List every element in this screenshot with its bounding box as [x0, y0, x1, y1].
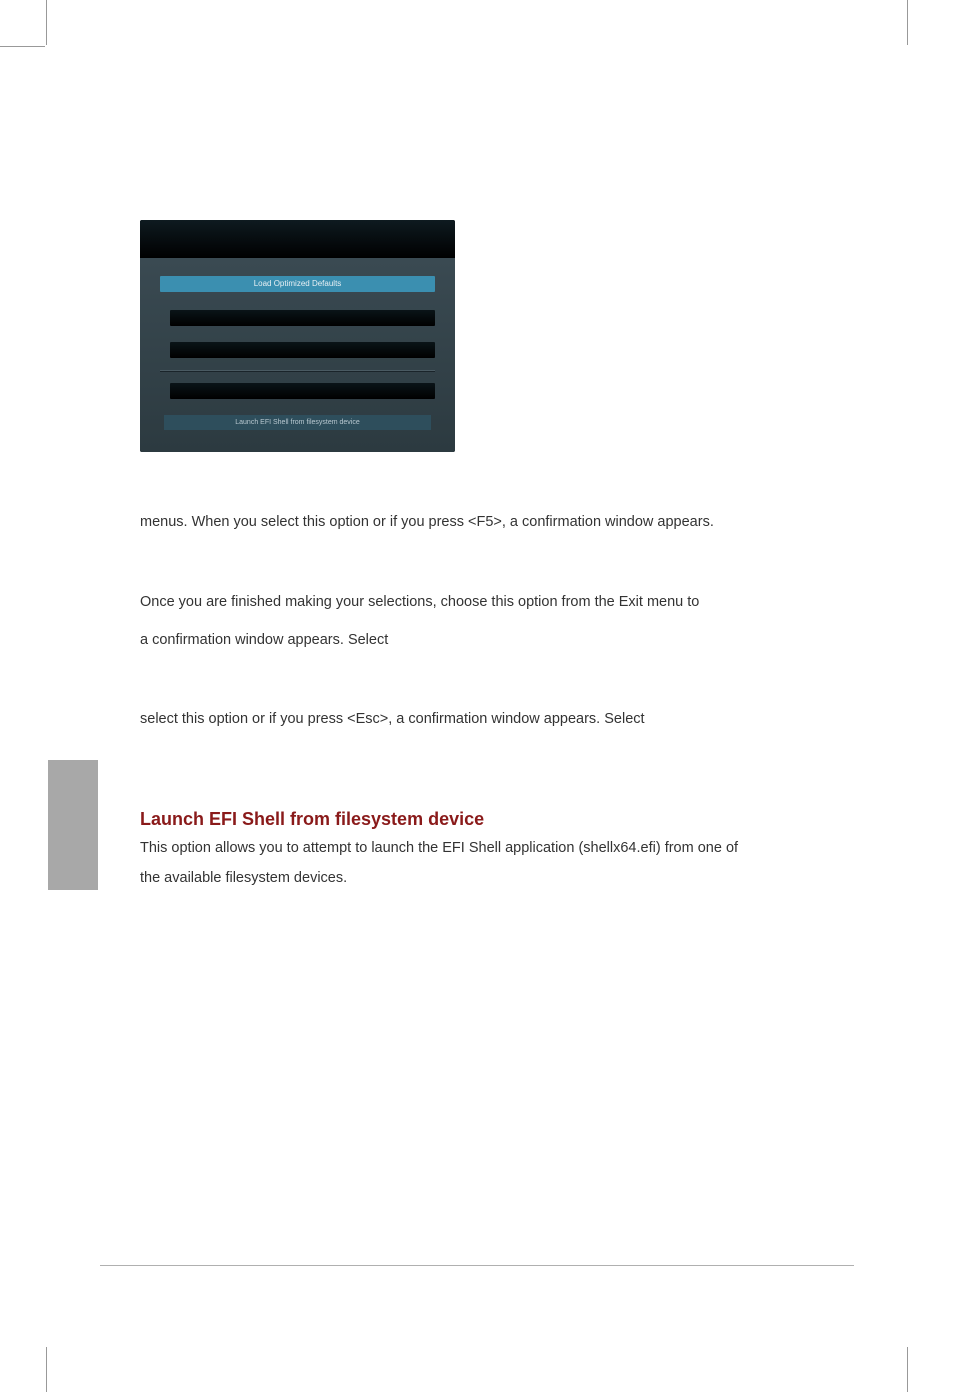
bios-screenshot: Load Optimized Defaults Launch EFI Shell…: [140, 220, 455, 452]
crop-mark: [907, 0, 908, 45]
bios-item-discard-changes: [170, 342, 435, 358]
bios-item-launch-efi: Launch EFI Shell from filesystem device: [164, 415, 431, 430]
bios-titlebar: [140, 220, 455, 258]
body-text: This option allows you to attempt to lau…: [140, 838, 850, 860]
footer-divider: [100, 1265, 854, 1266]
bios-item-asus-ez: [170, 383, 435, 399]
crop-mark: [46, 0, 47, 45]
bios-item-save-changes: [170, 310, 435, 326]
crop-mark: [46, 1347, 47, 1392]
bios-item-load-defaults: Load Optimized Defaults: [160, 276, 435, 292]
section-discard-exit: select this option or if you press <Esc>…: [140, 709, 850, 731]
bios-divider: [160, 370, 435, 371]
heading-launch-efi: Launch EFI Shell from filesystem device: [140, 809, 850, 830]
body-text: the available filesystem devices.: [140, 868, 850, 890]
body-text: menus. When you select this option or if…: [140, 512, 850, 534]
section-launch-efi: Launch EFI Shell from filesystem device …: [140, 809, 850, 890]
body-text: Once you are finished making your select…: [140, 592, 850, 614]
section-load-defaults: menus. When you select this option or if…: [140, 512, 850, 534]
crop-mark: [0, 46, 45, 47]
section-save-reset: Once you are finished making your select…: [140, 592, 850, 652]
body-text: select this option or if you press <Esc>…: [140, 709, 850, 731]
bios-menu-body: Load Optimized Defaults Launch EFI Shell…: [140, 258, 455, 452]
page-content: Load Optimized Defaults Launch EFI Shell…: [140, 220, 850, 914]
body-text: a confirmation window appears. Select: [140, 630, 850, 652]
page-side-tab: [48, 760, 98, 890]
crop-mark: [907, 1347, 908, 1392]
